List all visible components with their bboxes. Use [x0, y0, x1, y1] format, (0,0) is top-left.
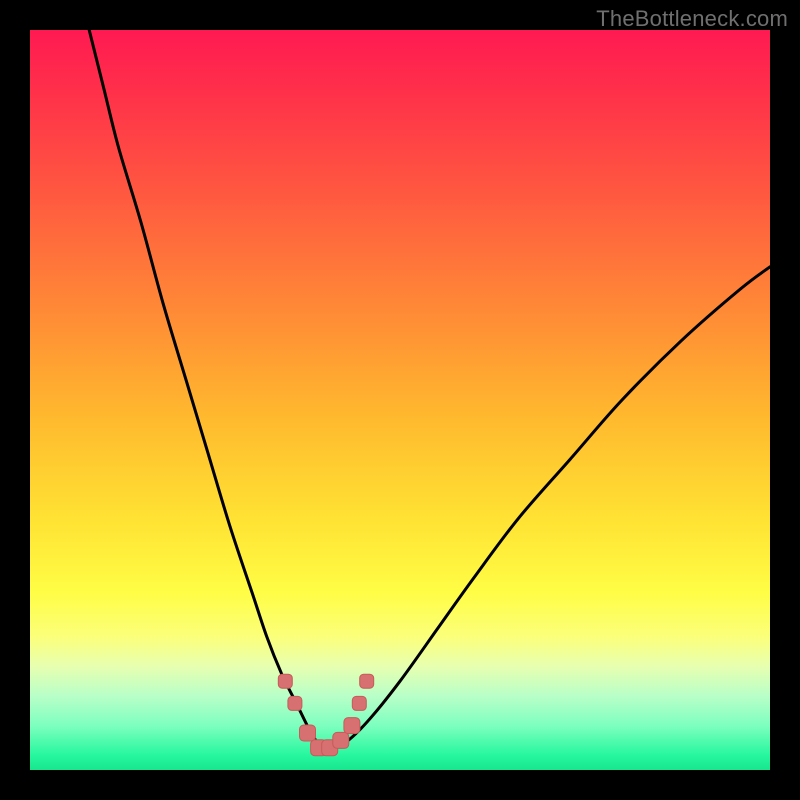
outer-frame: TheBottleneck.com	[0, 0, 800, 800]
marker-point	[360, 674, 374, 688]
marker-point	[300, 725, 316, 741]
chart-overlay	[0, 0, 800, 800]
marker-point	[288, 696, 302, 710]
marker-point	[344, 718, 360, 734]
bottleneck-curve	[89, 30, 770, 749]
marker-point	[352, 696, 366, 710]
marker-point	[333, 732, 349, 748]
marker-point	[278, 674, 292, 688]
marker-group	[278, 674, 373, 756]
